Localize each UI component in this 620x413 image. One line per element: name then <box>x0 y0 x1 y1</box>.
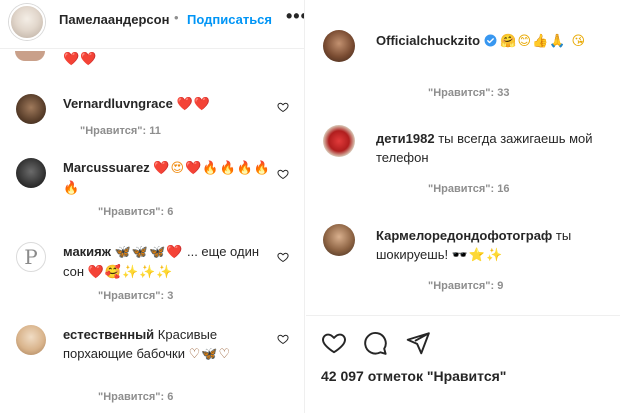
post-author-avatar[interactable] <box>9 4 45 40</box>
comment-emoji: 🦋🦋🦋❤️ <box>114 245 184 260</box>
left-comments-panel: Памелаандерсон • Подписаться ••• ❤️❤️ Ve… <box>0 0 305 413</box>
comment-likes-count[interactable]: "Нравится": 11 <box>80 125 161 137</box>
comment-likes-count[interactable]: "Нравится": 33 <box>428 87 509 99</box>
comment-likes-count[interactable]: "Нравится": 16 <box>428 183 509 195</box>
comment-avatar[interactable] <box>16 94 46 124</box>
like-comment-icon[interactable] <box>277 333 289 345</box>
header-divider <box>0 48 304 49</box>
comment-emoji: ♡🦋♡ <box>188 347 232 362</box>
comment-username[interactable]: макияж <box>63 244 111 259</box>
cut-emoji-row: ❤️❤️ <box>63 52 98 67</box>
verified-badge-icon <box>484 34 497 47</box>
share-icon[interactable] <box>405 330 431 356</box>
comment-body: Vernardluvngrace ❤️❤️ <box>63 94 268 114</box>
comment-avatar[interactable] <box>323 125 355 157</box>
follow-button[interactable]: Подписаться <box>187 12 272 27</box>
comment-body: Marcussuarez ❤️😍❤️🔥🔥🔥🔥🔥 <box>63 158 273 198</box>
comment-body: естественный Красивые порхающие бабочки … <box>63 325 263 364</box>
comment-username[interactable]: Vernardluvngrace <box>63 96 173 111</box>
comment-likes-count[interactable]: "Нравится": 6 <box>98 391 173 403</box>
likes-count[interactable]: 42 097 отметок "Нравится" <box>321 368 506 384</box>
comment-username[interactable]: дети1982 <box>376 131 435 146</box>
comment-icon[interactable] <box>362 330 388 356</box>
comment-emoji: 🕶️⭐✨ <box>451 248 504 263</box>
like-comment-icon[interactable] <box>277 101 289 113</box>
avatar-letter-p: P <box>24 245 38 269</box>
comment-body: Officialchuckzito 🤗😊👍🙏 😘 <box>376 31 606 51</box>
comment-emoji: ❤️❤️ <box>176 97 211 112</box>
header-separator: • <box>174 10 179 25</box>
comment-likes-count[interactable]: "Нравится": 3 <box>98 290 173 302</box>
comment-avatar[interactable] <box>16 158 46 188</box>
comment-avatar[interactable] <box>16 325 46 355</box>
comment-likes-count[interactable]: "Нравится": 9 <box>428 280 503 292</box>
comment-username[interactable]: естественный <box>63 327 154 342</box>
comment-avatar[interactable] <box>323 224 355 256</box>
comment-username[interactable]: Officialchuckzito <box>376 33 480 48</box>
more-options-icon[interactable]: ••• <box>286 7 304 25</box>
comment-emoji: 🤗😊👍🙏 😘 <box>500 34 587 49</box>
comment-body: дети1982 ты всегда зажигаешь мой телефон <box>376 129 606 167</box>
comment-username[interactable]: Marcussuarez <box>63 160 150 175</box>
comment-avatar-cut <box>15 51 45 61</box>
comment-body: Кармелоредондофотограф ты шокируешь! 🕶️⭐… <box>376 226 608 265</box>
actions-divider <box>306 315 620 316</box>
comment-emoji: ❤️🥰✨✨✨ <box>87 265 174 280</box>
right-comments-panel: Officialchuckzito 🤗😊👍🙏 😘 "Нравится": 33 … <box>306 0 620 413</box>
post-author-username[interactable]: Памелаандерсон <box>59 12 169 27</box>
heart-icon[interactable] <box>321 330 347 356</box>
comment-avatar[interactable] <box>323 30 355 62</box>
comment-body: макияж 🦋🦋🦋❤️ ... еще один сон ❤️🥰✨✨✨ <box>63 242 263 282</box>
like-comment-icon[interactable] <box>277 251 289 263</box>
comment-avatar[interactable]: P <box>16 242 46 272</box>
like-comment-icon[interactable] <box>277 168 289 180</box>
comment-likes-count[interactable]: "Нравится": 6 <box>98 206 173 218</box>
comment-username[interactable]: Кармелоредондофотограф <box>376 228 552 243</box>
